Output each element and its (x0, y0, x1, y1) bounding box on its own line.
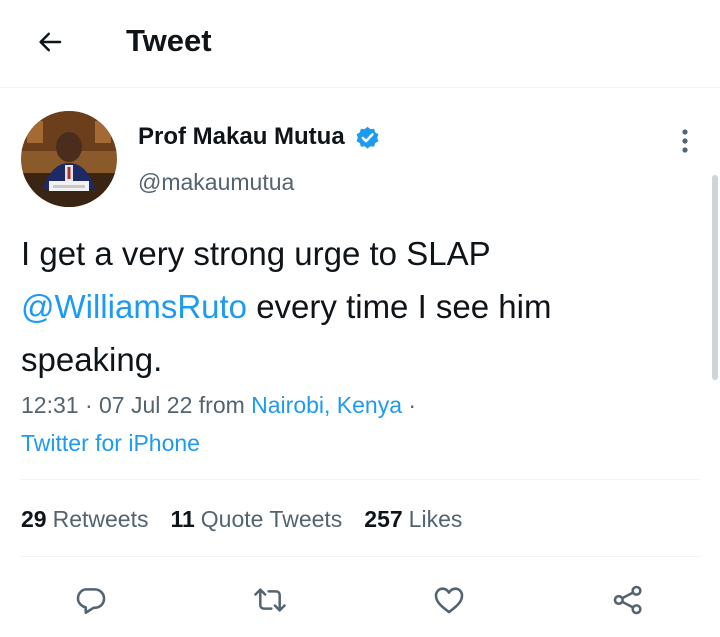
likes-count: 257 (364, 505, 403, 532)
back-button[interactable] (30, 22, 70, 62)
page-title: Tweet (126, 23, 212, 58)
reply-icon (76, 588, 106, 615)
likes-label: Likes (408, 505, 463, 532)
tweet-meta: 12:31 · 07 Jul 22 from Nairobi, Kenya · … (21, 386, 701, 462)
meta-separator: · (78, 392, 100, 418)
from-label: from (192, 392, 252, 418)
quote-tweets-count: 11 (170, 505, 195, 532)
more-options-button[interactable] (668, 124, 702, 158)
retweets-count: 29 (21, 505, 47, 532)
arrow-left-icon (39, 32, 62, 52)
tweet-text: I get a very strong urge to SLAP @Willia… (21, 227, 701, 386)
retweet-button[interactable] (250, 580, 290, 620)
author-name-text: Prof Makau Mutua (138, 123, 345, 150)
tweet-detail-page: Tweet Prof Makau Mutua @makaumutua I get… (0, 0, 720, 637)
share-button[interactable] (608, 580, 648, 620)
tweet-text-before: I get a very strong urge to SLAP (21, 235, 490, 272)
mention-link[interactable]: @WilliamsRuto (21, 288, 247, 325)
divider (21, 556, 699, 557)
meta-separator: · (402, 392, 417, 418)
tweet-stats: 29 Retweets 11 Quote Tweets 257 Likes (21, 500, 484, 538)
heart-icon (434, 587, 464, 614)
retweets-stat[interactable]: 29 Retweets (21, 506, 148, 533)
like-button[interactable] (429, 580, 469, 620)
verified-badge-icon (354, 124, 381, 151)
divider (21, 479, 699, 480)
quote-tweets-stat[interactable]: 11 Quote Tweets (170, 506, 342, 533)
retweets-label: Retweets (52, 505, 149, 532)
author-handle[interactable]: @makaumutua (138, 167, 294, 197)
more-vertical-icon (682, 129, 688, 153)
likes-stat[interactable]: 257 Likes (364, 506, 462, 533)
share-icon (613, 585, 642, 615)
scrollbar[interactable] (712, 175, 718, 380)
quote-tweets-label: Quote Tweets (200, 505, 343, 532)
top-bar: Tweet (0, 0, 720, 88)
retweet-icon (254, 588, 286, 612)
reply-button[interactable] (71, 580, 111, 620)
location-link[interactable]: Nairobi, Kenya (251, 392, 402, 418)
source-link[interactable]: Twitter for iPhone (21, 430, 200, 456)
tweet-time[interactable]: 12:31 (21, 392, 79, 418)
avatar[interactable] (21, 111, 117, 207)
avatar-image (21, 111, 117, 207)
tweet-date[interactable]: 07 Jul 22 (99, 392, 192, 418)
author-name[interactable]: Prof Makau Mutua (138, 121, 381, 153)
